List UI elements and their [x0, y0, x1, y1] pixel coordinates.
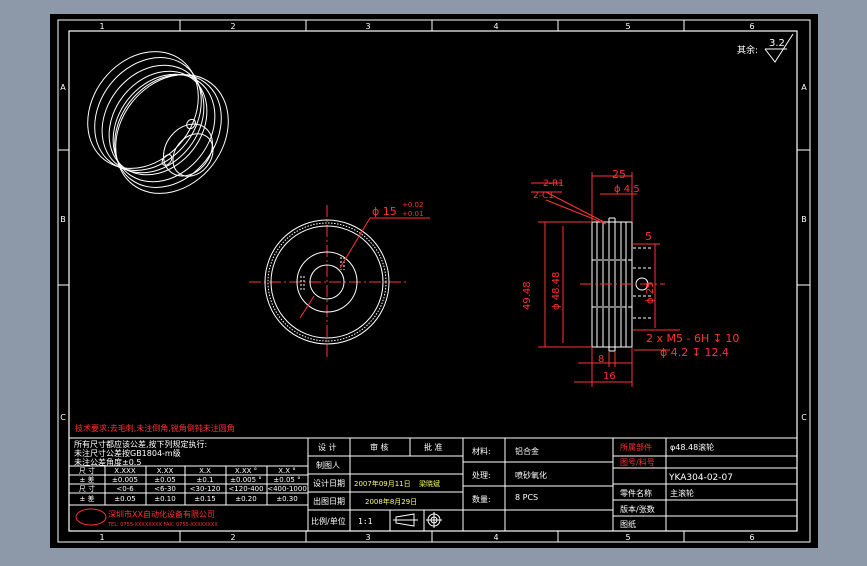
zone-row-a-right: A	[801, 83, 807, 92]
value-assembly: φ48.48滚轮	[670, 442, 714, 452]
value-drawing-date: 2008年8月29日	[365, 497, 417, 506]
cad-viewport: 1 2 3 4 5 6 1 2 3 4 5 6 A B C A B C 其余: …	[0, 0, 867, 562]
zone-row-c: C	[60, 413, 66, 422]
dim-width-25: 25	[612, 168, 626, 181]
zone-row-a: A	[60, 83, 66, 92]
note-red: 技术要求:去毛刺,未注倒角,锐角倒钝未注圆角	[75, 423, 235, 433]
value-scale: 1:1	[358, 517, 373, 526]
zone-col-5: 5	[625, 22, 630, 31]
dim-bore-25: ϕ 25	[645, 282, 656, 305]
dim-fillet: 2-R1	[543, 179, 564, 189]
zone-col-4: 4	[493, 22, 498, 31]
zone-col-6-bottom: 6	[749, 533, 754, 542]
label-sheet: 版本/张数	[620, 504, 655, 514]
tol-r0-c3: ±0.1	[197, 476, 214, 484]
tol-r2-c5: ±0.30	[276, 495, 297, 503]
tol-header-4: X.XX °	[235, 467, 257, 475]
tol-r0-c2: ±0.05	[154, 476, 175, 484]
dim-thread-2: ϕ 4.2 ↧ 12.4	[660, 346, 729, 359]
dim-tol-upper: +0.02	[402, 201, 423, 209]
tol-header-3: X.X	[199, 467, 211, 475]
zone-col-5-bottom: 5	[625, 533, 630, 542]
label-part-name: 零件名称	[620, 488, 652, 498]
tol-r2-c4: ±0.20	[235, 495, 256, 503]
value-qty: 8 PCS	[515, 493, 538, 502]
dim-step-5: 5	[645, 230, 652, 243]
tol-r1-c0: 尺 寸	[79, 484, 95, 493]
company-sub: TEL: 0755-XXXXXXXX FAX: 0755-XXXXXXXX	[107, 522, 218, 528]
label-drawing-date: 出图日期	[313, 496, 345, 506]
roughness-value: 3.2	[769, 38, 785, 49]
tol-r0-c1: ±0.005	[112, 476, 138, 484]
tol-r2-c1: ±0.05	[114, 495, 135, 503]
zone-col-1-bottom: 1	[99, 533, 104, 542]
zone-col-4-bottom: 4	[493, 533, 498, 542]
note-line-2: 未注尺寸公差按GB1804-m级	[74, 448, 181, 458]
value-surface: 喷砂氧化	[515, 470, 547, 480]
dim-width-8: 8	[598, 354, 604, 365]
tol-r1-c1: <0-6	[116, 485, 134, 493]
label-assembly: 所属部件	[620, 442, 652, 452]
label-part-no: 图号/料号	[620, 457, 655, 467]
tol-header-0: 尺 寸	[79, 466, 95, 475]
zone-col-1: 1	[99, 22, 104, 31]
zone-row-b-right: B	[801, 215, 807, 224]
value-material: 铝合金	[515, 446, 539, 456]
zone-row-b: B	[60, 215, 66, 224]
dim-dia-4848: ϕ 48.48	[551, 272, 562, 310]
tol-r0-c4: ±0.005 °	[230, 476, 262, 484]
dim-chamfer: 2-C1	[533, 191, 554, 201]
label-surface: 处理:	[472, 470, 491, 480]
drawing-canvas: 1 2 3 4 5 6 1 2 3 4 5 6 A B C A B C 其余: …	[50, 14, 818, 548]
dim-tol-lower: +0.01	[402, 210, 423, 218]
label-design-date: 设计日期	[313, 478, 345, 488]
note-line-1: 所有尺寸都应该公差,按下列规定执行:	[74, 439, 207, 449]
tol-r2-c0: ± 差	[79, 494, 94, 503]
tol-header-5: X.X °	[278, 467, 296, 475]
tol-r0-c5: ±0.05 °	[273, 476, 300, 484]
tol-r2-c2: ±0.10	[154, 495, 175, 503]
tol-header-1: X.XXX	[114, 467, 136, 475]
label-qty: 数量:	[472, 494, 491, 504]
tol-r1-c2: <6-30	[154, 485, 176, 493]
dim-bore-15: ϕ 15	[372, 205, 397, 218]
tol-r1-c3: <30-120	[190, 485, 221, 493]
zone-row-c-right: C	[801, 413, 807, 422]
tol-header-2: X.XX	[157, 467, 174, 475]
label-sheet-sub: 图纸	[620, 519, 636, 529]
label-design: 设 计	[318, 442, 337, 452]
dim-thread-1: 2 x M5 - 6H ↧ 10	[646, 332, 739, 345]
zone-col-2-bottom: 2	[230, 533, 235, 542]
dim-width-16: 16	[603, 371, 616, 382]
value-designer: 梁晓斌	[419, 479, 440, 488]
dim-hole-dia: ϕ 4.5	[614, 184, 640, 195]
zone-col-3-bottom: 3	[365, 533, 370, 542]
label-drawn: 制图人	[316, 460, 340, 470]
label-material: 材料:	[472, 446, 491, 456]
value-part-name: 主滚轮	[670, 488, 694, 498]
label-approve: 批 准	[424, 442, 443, 452]
company-name: 深圳市XX自动化设备有限公司	[108, 509, 215, 519]
tol-r1-c4: <120-400	[228, 485, 263, 493]
value-part-no: YKA304-02-07	[668, 473, 733, 483]
tol-r2-c3: ±0.15	[194, 495, 215, 503]
zone-col-6: 6	[749, 22, 754, 31]
tol-r0-c0: ± 差	[79, 475, 94, 484]
zone-col-2: 2	[230, 22, 235, 31]
label-check: 审 核	[370, 442, 389, 452]
label-scale: 比例/单位	[311, 516, 346, 526]
dim-od-4948: 49.48	[522, 281, 533, 310]
value-design-date: 2007年09月11日	[354, 479, 411, 488]
zone-col-3: 3	[365, 22, 370, 31]
roughness-label: 其余:	[737, 44, 758, 56]
tol-r1-c5: <400-1000	[267, 485, 307, 493]
